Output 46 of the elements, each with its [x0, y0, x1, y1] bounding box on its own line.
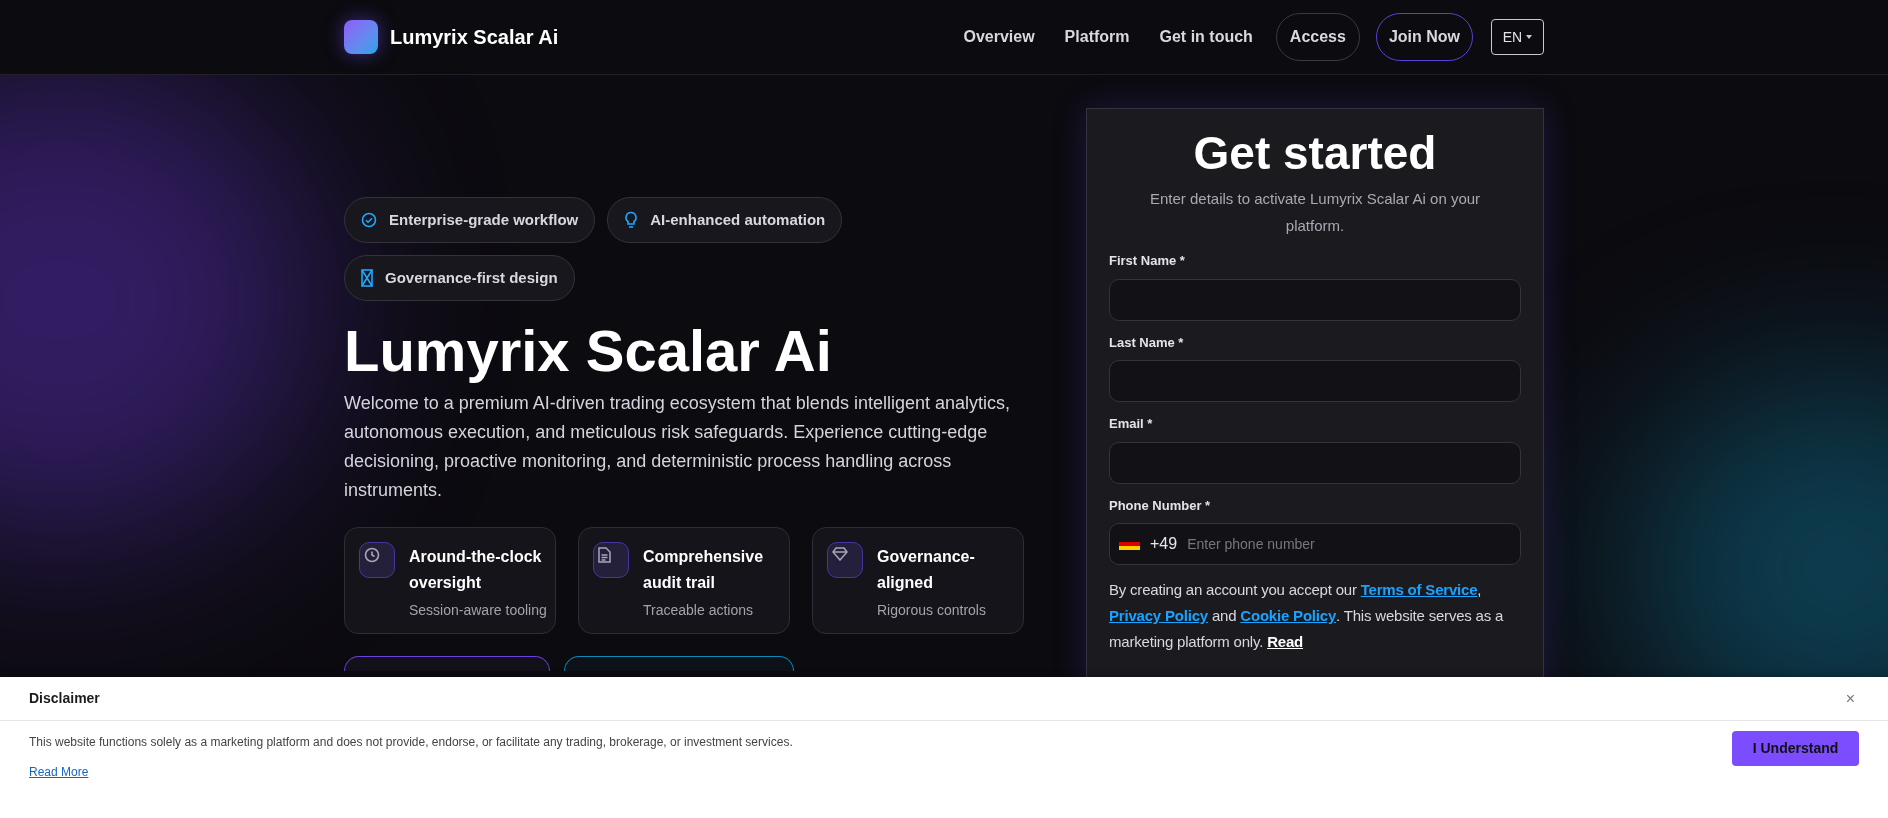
- caret-icon: [1526, 35, 1533, 39]
- hero-description: Welcome to a premium AI-driven trading ecosystem that blends intelligent analytics, autonomous execution, and meticulous risk safeguards. Experience cutting-edge decisioning, proactive monitoring, and deterministic process handling across instruments.: [344, 392, 1011, 502]
- form-subtitle: Enter details to activate Lumyrix Scalar Ai on your platform.: [1148, 189, 1482, 236]
- logo-icon: [344, 20, 378, 54]
- nav-link[interactable]: Get in touch: [1152, 25, 1260, 49]
- field-label: Phone Number *: [1109, 496, 1212, 515]
- feature-title: Governance-aligned: [877, 547, 976, 593]
- disclaimer-title: Disclaimer: [29, 689, 100, 708]
- badge-label: Enterprise-grade workflow: [389, 209, 579, 230]
- field-label: First Name *: [1109, 252, 1186, 270]
- disclaimer-text: This website functions solely as a marketing platform and does not provide, endorse, or facilitate any trading, brokerage, or investment services.: [29, 734, 793, 751]
- policy-link[interactable]: Cookie Policy: [1240, 607, 1337, 624]
- check-circle-icon: [361, 212, 377, 228]
- clock-icon: [364, 547, 380, 563]
- phone-input[interactable]: Enter phone number: [1187, 533, 1511, 555]
- logo-text[interactable]: Lumyrix Scalar Ai: [390, 22, 559, 52]
- form-title: Get started: [1192, 126, 1438, 181]
- input-field[interactable]: [1109, 441, 1521, 484]
- input-field[interactable]: [1109, 278, 1521, 321]
- flag-icon: [1119, 538, 1140, 550]
- read-more-link[interactable]: Read More: [29, 763, 89, 781]
- hero-title: Lumyrix Scalar Ai: [344, 317, 833, 385]
- language-select[interactable]: EN: [1491, 19, 1544, 55]
- dial-code: +49: [1150, 534, 1178, 554]
- lightbulb-icon: [624, 211, 639, 229]
- nav-link[interactable]: Platform: [1057, 25, 1137, 49]
- feature-subtitle: Rigorous controls: [877, 601, 987, 620]
- understand-button[interactable]: I Understand: [1732, 731, 1859, 766]
- document-icon: [598, 547, 611, 563]
- badge-label: Governance-first design: [385, 267, 558, 288]
- feature-subtitle: Session-aware tooling: [409, 601, 547, 620]
- hourglass-icon: [361, 269, 373, 287]
- close-button[interactable]: ×: [1841, 686, 1859, 711]
- diamond-icon: [832, 547, 848, 561]
- nav-link[interactable]: Overview: [956, 25, 1042, 49]
- policy-link[interactable]: Privacy Policy: [1109, 607, 1208, 624]
- feature-subtitle: Traceable actions: [643, 601, 754, 620]
- feature-title: Comprehensive audit trail: [643, 547, 765, 593]
- phone-field[interactable]: +49 Enter phone number: [1109, 523, 1521, 565]
- read-more-link[interactable]: Read: [1267, 633, 1303, 650]
- input-field[interactable]: [1109, 360, 1521, 402]
- field-label: Email *: [1109, 415, 1154, 433]
- field-label: Last Name *: [1109, 333, 1185, 352]
- feature-title: Around-the-clock oversight: [409, 547, 543, 593]
- consent-text: By creating an account you accept our Terms of Service, Privacy Policy and Cookie Policy. This website serves as a marketing platform only. Read: [1109, 580, 1505, 652]
- badge-label: AI-enhanced automation: [650, 209, 826, 230]
